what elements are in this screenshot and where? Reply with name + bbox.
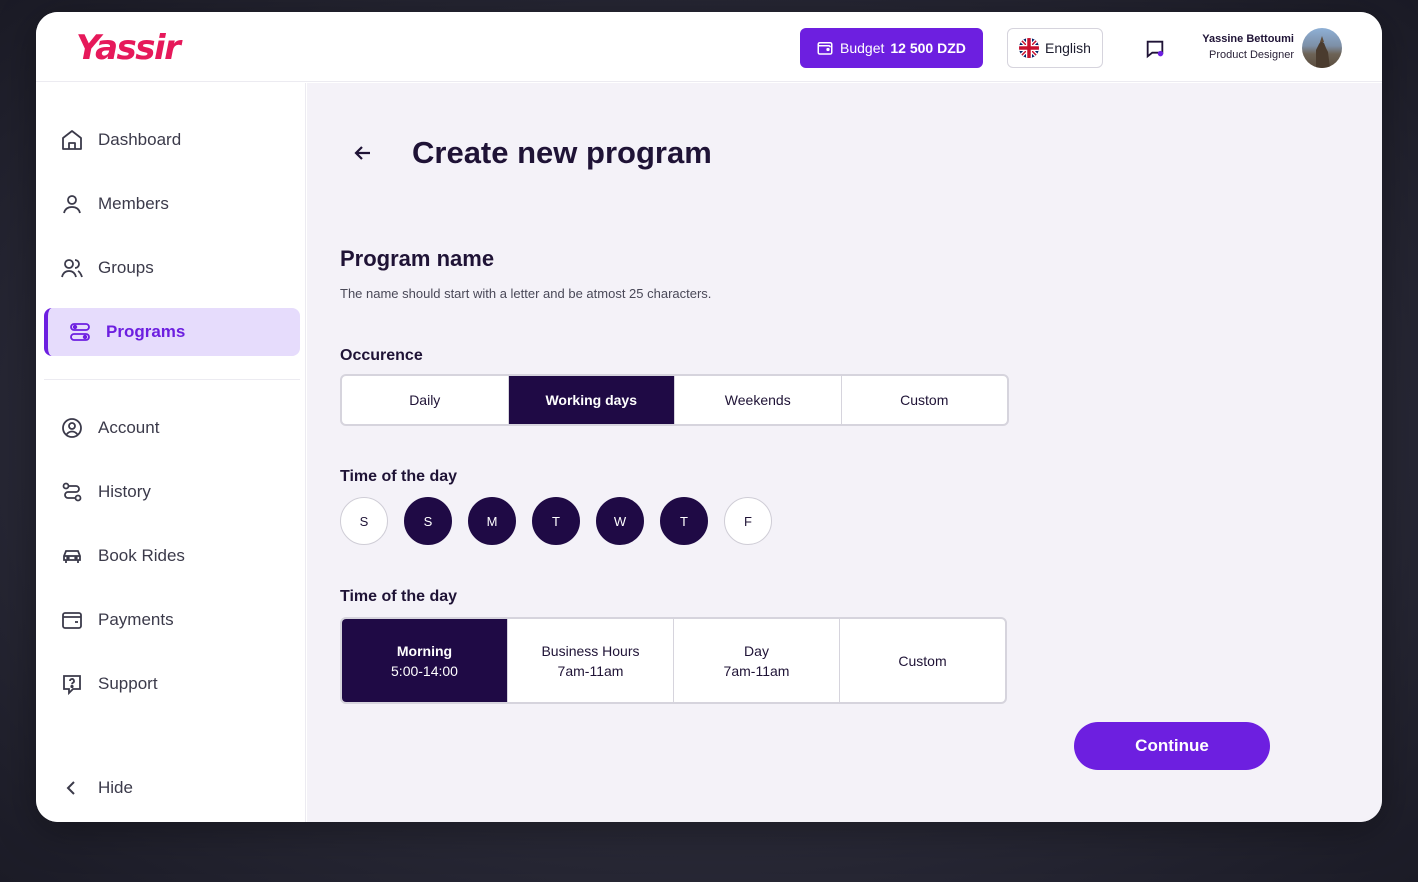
day-toggle-monday[interactable]: M xyxy=(468,497,516,545)
sidebar-item-groups[interactable]: Groups xyxy=(44,244,300,292)
avatar[interactable] xyxy=(1302,28,1342,68)
sidebar-item-label: Account xyxy=(98,418,160,437)
time-slot-range: 5:00-14:00 xyxy=(391,662,458,679)
time-slot-business-hours[interactable]: Business Hours 7am-11am xyxy=(508,619,674,702)
chevron-left-icon xyxy=(66,781,75,795)
account-circle-icon xyxy=(62,418,82,438)
sidebar-item-members[interactable]: Members xyxy=(44,180,300,228)
sidebar-item-payments[interactable]: Payments xyxy=(44,596,300,644)
occurrence-option-custom[interactable]: Custom xyxy=(842,376,1008,424)
uk-flag-icon xyxy=(1019,38,1039,58)
day-toggle-wednesday[interactable]: W xyxy=(596,497,644,545)
wallet-icon xyxy=(62,612,82,629)
back-arrow-icon[interactable] xyxy=(351,141,375,165)
sidebar: Dashboard Members Groups Programs Accoun… xyxy=(36,83,306,822)
sidebar-item-label: Dashboard xyxy=(98,130,182,149)
language-label: English xyxy=(1045,40,1091,56)
sidebar-item-book-rides[interactable]: Book Rides xyxy=(44,532,300,580)
sidebar-divider xyxy=(44,379,300,380)
budget-label: Budget xyxy=(840,40,885,56)
route-icon xyxy=(62,482,82,502)
occurrence-label: Occurence xyxy=(340,347,423,364)
continue-button[interactable]: Continue xyxy=(1074,722,1270,770)
user-name: Yassine Bettoumi xyxy=(1202,33,1294,45)
user-role: Product Designer xyxy=(1209,49,1294,61)
main-content: Create new program Program name The name… xyxy=(307,83,1382,822)
time-slot-day[interactable]: Day 7am-11am xyxy=(674,619,840,702)
hide-label: Hide xyxy=(98,778,133,797)
sidebar-item-label: Programs xyxy=(106,322,186,341)
programs-icon xyxy=(70,323,90,341)
time-slot-name: Day xyxy=(744,642,769,659)
time-slot-name: Morning xyxy=(396,642,453,659)
top-bar: Yassir Budget 12 500 DZD English Yassine… xyxy=(36,12,1382,82)
sidebar-item-dashboard[interactable]: Dashboard xyxy=(44,116,300,164)
time-slot-morning[interactable]: Morning 5:00-14:00 xyxy=(342,619,508,702)
budget-button[interactable]: Budget 12 500 DZD xyxy=(800,28,983,68)
occurrence-option-weekends[interactable]: Weekends xyxy=(675,376,842,424)
sidebar-item-support[interactable]: Support xyxy=(44,660,300,708)
program-name-hint: The name should start with a letter and … xyxy=(340,286,712,301)
day-toggle-saturday[interactable]: S xyxy=(340,497,388,545)
user-icon xyxy=(63,195,81,214)
sidebar-item-label: Book Rides xyxy=(98,546,185,565)
occurrence-selector: Daily Working days Weekends Custom xyxy=(340,374,1009,426)
chat-icon[interactable] xyxy=(1144,38,1166,60)
day-toggle-tuesday[interactable]: T xyxy=(532,497,580,545)
occurrence-option-daily[interactable]: Daily xyxy=(342,376,509,424)
time-label: Time of the day xyxy=(340,588,458,605)
help-chat-icon xyxy=(63,675,81,696)
car-icon xyxy=(63,550,81,563)
day-toggle-friday[interactable]: F xyxy=(724,497,772,545)
users-icon xyxy=(61,259,83,278)
budget-amount: 12 500 DZD xyxy=(890,40,966,56)
yassir-logo[interactable]: Yassir xyxy=(76,28,181,68)
sidebar-item-label: Members xyxy=(98,194,169,213)
wallet-icon xyxy=(817,42,833,55)
time-slot-selector: Morning 5:00-14:00 Business Hours 7am-11… xyxy=(340,617,1007,704)
day-toggle-sunday[interactable]: S xyxy=(404,497,452,545)
days-label: Time of the day xyxy=(340,468,458,485)
language-selector[interactable]: English xyxy=(1007,28,1103,68)
sidebar-item-label: Payments xyxy=(98,610,174,629)
sidebar-item-label: History xyxy=(98,482,151,501)
sidebar-item-account[interactable]: Account xyxy=(44,404,300,452)
time-slot-name: Business Hours xyxy=(541,642,640,659)
sidebar-item-label: Groups xyxy=(98,258,154,277)
home-icon xyxy=(62,130,82,150)
hide-sidebar-button[interactable]: Hide xyxy=(44,764,300,812)
time-slot-custom[interactable]: Custom xyxy=(840,619,1005,702)
sidebar-item-programs[interactable]: Programs xyxy=(44,308,300,356)
time-slot-name: Custom xyxy=(898,652,947,669)
sidebar-item-history[interactable]: History xyxy=(44,468,300,516)
day-toggle-thursday[interactable]: T xyxy=(660,497,708,545)
app-window: Yassir Budget 12 500 DZD English Yassine… xyxy=(36,12,1382,822)
page-title: Create new program xyxy=(412,135,712,170)
time-slot-range: 7am-11am xyxy=(557,662,624,679)
sidebar-item-label: Support xyxy=(98,674,158,693)
day-picker: S S M T W T F xyxy=(340,497,772,545)
program-name-title: Program name xyxy=(340,246,495,271)
occurrence-option-working-days[interactable]: Working days xyxy=(508,376,675,424)
time-slot-range: 7am-11am xyxy=(723,662,790,679)
